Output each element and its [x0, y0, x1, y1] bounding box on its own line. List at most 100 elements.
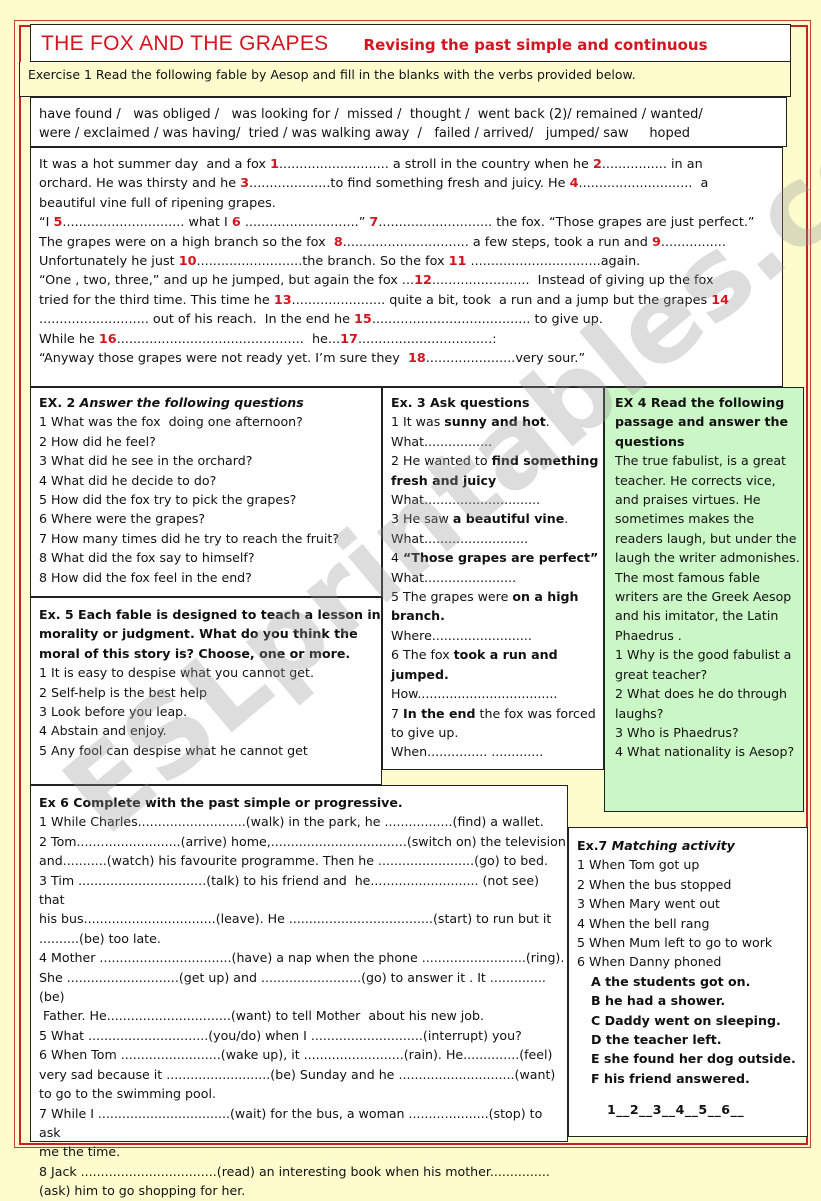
fable-text-segment: “One , two, three,” and up he jumped, bu…: [39, 273, 415, 289]
fable-line: orchard. He was thirsty and he 3........…: [39, 174, 782, 193]
matching-right-item: C Daddy went on sleeping.: [591, 1012, 781, 1028]
statement-text: .: [564, 511, 569, 527]
fable-line: “One , two, three,” and up he jumped, bu…: [39, 271, 782, 290]
question-prompt[interactable]: When............... .............: [391, 742, 603, 761]
exercise-line: his bus.................................…: [39, 911, 552, 927]
exercise-line: Father. He..............................…: [39, 1008, 484, 1024]
fable-text-segment: “Anyway those grapes were not ready yet.…: [39, 351, 409, 367]
fable-text-segment: ................................again.: [466, 254, 641, 270]
exercise2-questions: 1 What was the fox doing one afternoon? 2…: [39, 412, 381, 587]
statement-text: 4: [391, 550, 404, 566]
fable-text-segment: It was a hot summer day and a fox: [39, 157, 271, 172]
blank-number: 6: [231, 215, 241, 231]
fable-text-segment: ............................ the fox. “T…: [378, 215, 755, 231]
fable-line: “I 5.............................. what …: [39, 213, 782, 232]
exercise-line: 4 Mother ...............................…: [39, 950, 565, 966]
blank-number: 17: [340, 331, 358, 347]
fable-text-segment: ......................very sour.”: [425, 351, 586, 367]
moral-option: 2 Self-help is the best help: [39, 684, 207, 700]
fable-text-segment: ........................ Instead of givi…: [431, 273, 714, 289]
exercise5-title: Ex. 5 Each fable is designed to teach a …: [39, 607, 381, 661]
ask-question-item: 3 He saw a beautiful vine. What..........…: [391, 509, 603, 548]
blank-number: 7: [369, 215, 379, 231]
matching-right-item: E she found her dog outside.: [591, 1051, 796, 1067]
ask-question-item: 2 He wanted to find something fresh and …: [391, 451, 603, 509]
question-item: 6 Where were the grapes?: [39, 511, 206, 527]
question-prompt[interactable]: What.................: [391, 432, 603, 451]
exercise-line: 5 What ..............................(yo…: [39, 1027, 522, 1043]
exercise7-heading: Matching activity: [611, 838, 735, 853]
question-prompt[interactable]: Where.........................: [391, 626, 603, 645]
fable-text-segment: ................: [660, 234, 726, 250]
fable-text-segment: beautiful vine full of ripening grapes.: [39, 195, 276, 211]
blank-number: 9: [651, 234, 661, 250]
blank-number: 1: [270, 157, 279, 172]
page-subtitle: Revising the past simple and continuous: [363, 36, 708, 54]
question-item: 8 How did the fox feel in the end?: [39, 569, 252, 585]
question-item: 5 How did the fox try to pick the grapes…: [39, 492, 297, 508]
statement-focus: sunny and hot: [444, 414, 546, 430]
exercise-line: 3 Tim ................................(t…: [39, 872, 544, 908]
statement-focus: a beautiful vine: [452, 511, 565, 527]
blank-number: 11: [448, 254, 467, 270]
exercise-line: me the time.: [39, 1144, 121, 1160]
fable-line: tried for the third time. This time he 1…: [39, 291, 782, 310]
fable-line: It was a hot summer day and a fox 1.....…: [39, 155, 782, 174]
exercise4-passage: The true fabulist, is a great teacher. H…: [615, 453, 800, 643]
exercise7-left-column: 1 When Tom got up 2 When the bus stopped 3…: [577, 855, 807, 971]
blank-number: 4: [569, 176, 579, 192]
question-prompt[interactable]: What.............................: [391, 490, 603, 509]
blank-number: 10: [178, 254, 197, 270]
question-item: 7 How many times did he try to reach the…: [39, 530, 340, 546]
exercise5-options: 1 It is easy to despise what you cannot …: [39, 663, 381, 760]
exercise-line: and...........(watch) his favourite prog…: [39, 853, 549, 869]
question-item: 4 What did he decide to do?: [39, 472, 217, 488]
blank-number: 8: [333, 234, 343, 250]
moral-option: 3 Look before you leap.: [39, 704, 188, 720]
blank-number: 2: [592, 157, 602, 172]
exercise-line: 8 Jack .................................…: [39, 1163, 550, 1179]
moral-option: 5 Any fool can despise what he cannot ge…: [39, 742, 308, 758]
exercise7-box: Ex.7 Matching activity 1 When Tom got up…: [568, 827, 808, 1137]
exercise4-box: EX 4 Read the following passage and answ…: [604, 387, 804, 812]
exercise7-answer-line[interactable]: 1__2__3__4__5__6__: [577, 1100, 807, 1119]
statement-text: 2 He wanted to: [391, 453, 492, 469]
statement-text: 6 The fox: [391, 647, 454, 663]
blank-number: 3: [240, 176, 250, 192]
exercise6-box: Ex 6 Complete with the past simple or pr…: [30, 785, 568, 1198]
exercise6-title: Ex 6 Complete with the past simple or pr…: [39, 795, 403, 810]
fable-text-segment: ..........................the branch. So…: [196, 254, 449, 270]
exercise3-box: Ex. 3 Ask questions 1 It was sunny and h…: [382, 387, 604, 770]
exercise1-instruction: Exercise 1 Read the following fable by A…: [19, 62, 791, 97]
blank-number: 16: [98, 331, 117, 347]
moral-option: 1 It is easy to despise what you cannot …: [39, 665, 314, 681]
matching-left-item: 3 When Mary went out: [577, 896, 720, 912]
matching-right-item: A the students got on.: [591, 973, 751, 989]
matching-right-item: F his friend answered.: [591, 1070, 750, 1086]
exercise7-number: Ex.7: [577, 838, 612, 853]
statement-focus: “Those grapes are perfect”: [403, 550, 599, 566]
fable-text-segment: While he: [39, 331, 99, 347]
exercise7-right-column: A the students got on. B he had a shower.…: [577, 972, 807, 1088]
exercise-line: ..........(be) too late.: [39, 930, 161, 946]
statement-text: 3 He saw: [391, 511, 453, 527]
fable-text-segment: tried for the third time. This time he: [39, 292, 274, 308]
exercise4-questions: 1 Why is the good fabulist a great teach…: [615, 645, 803, 761]
exercise-line: to go to the swimming pool.: [39, 1086, 216, 1102]
fable-text-segment: ....................... quite a bit, too…: [291, 292, 712, 308]
statement-text: 5 The grapes were: [391, 589, 513, 605]
fable-text-segment: The grapes were on a high branch so the …: [39, 234, 334, 250]
question-prompt[interactable]: What.......................: [391, 568, 603, 587]
exercise3-title: Ex. 3 Ask questions: [391, 395, 530, 410]
question-prompt[interactable]: What..........................: [391, 529, 603, 548]
matching-right-item: D the teacher left.: [591, 1032, 722, 1048]
exercise-line: She ............................(get up)…: [39, 969, 546, 1005]
ask-question-item: 5 The grapes were on a high branch. Where…: [391, 587, 603, 645]
blank-number: 14: [711, 292, 729, 308]
fable-text-segment: ........................... a stroll in …: [278, 157, 593, 172]
exercise1-instruction-text: Exercise 1 Read the following fable by A…: [28, 67, 636, 82]
exercise2-title: EX. 2 Answer the following questions: [39, 393, 381, 412]
question-item: 1 What was the fox doing one afternoon?: [39, 414, 303, 430]
question-prompt[interactable]: How...................................: [391, 684, 603, 703]
fable-line: While he 16.............................…: [39, 330, 782, 349]
